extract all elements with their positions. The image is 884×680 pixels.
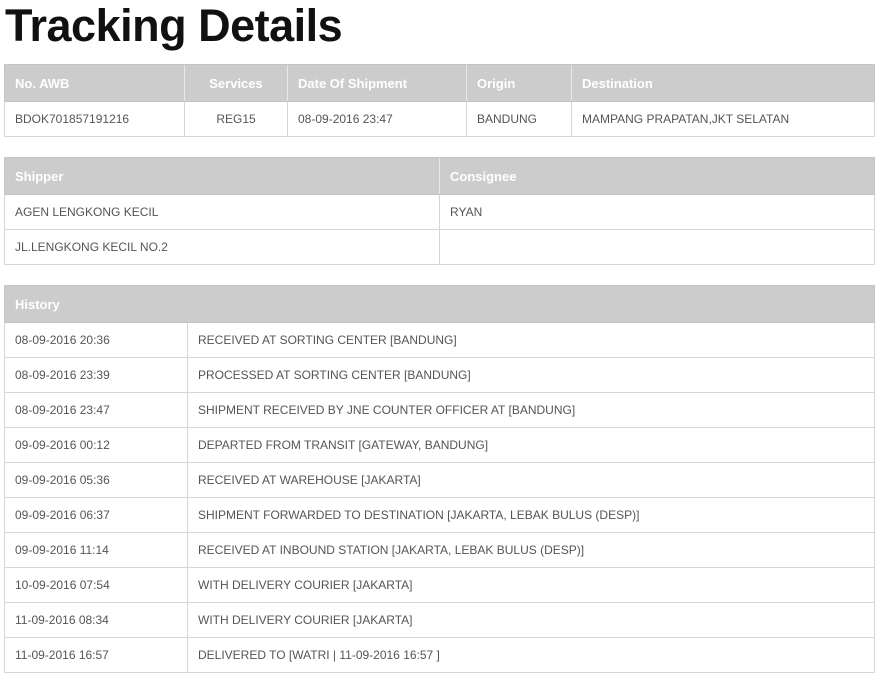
destination-city: MAMPANG PRAPATAN,JKT SELATAN [571, 101, 875, 137]
awb-column-header: No. AWB [4, 64, 185, 102]
history-status: RECEIVED AT SORTING CENTER [BANDUNG] [186, 322, 876, 358]
destination-column-header: Destination [571, 64, 875, 102]
shipper-column-header: Shipper [4, 157, 440, 195]
consignee-address [439, 229, 875, 265]
shipment-summary-header-row: No. AWB Services Date Of Shipment Origin… [4, 64, 875, 102]
shipper-consignee-header-row: Shipper Consignee [4, 157, 875, 195]
date-of-shipment-column-header: Date Of Shipment [287, 64, 467, 102]
history-datetime: 09-09-2016 05:36 [4, 462, 188, 498]
history-status: DELIVERED TO [WATRI | 11-09-2016 16:57 ] [186, 637, 876, 673]
party-address-row: JL.LENGKONG KECIL NO.2 [4, 229, 875, 265]
history-datetime: 11-09-2016 16:57 [4, 637, 188, 673]
history-datetime: 09-09-2016 00:12 [4, 427, 188, 463]
history-status: PROCESSED AT SORTING CENTER [BANDUNG] [186, 357, 876, 393]
history-status: RECEIVED AT INBOUND STATION [JAKARTA, LE… [186, 532, 876, 568]
history-status: SHIPMENT RECEIVED BY JNE COUNTER OFFICER… [186, 392, 876, 428]
awb-number: BDOK701857191216 [4, 101, 185, 137]
consignee-column-header: Consignee [439, 157, 875, 195]
shipper-consignee-table: Shipper Consignee AGEN LENGKONG KECIL RY… [4, 157, 875, 265]
history-datetime: 09-09-2016 06:37 [4, 497, 188, 533]
services-column-header: Services [184, 64, 288, 102]
history-table: History 08-09-2016 20:36 RECEIVED AT SOR… [3, 285, 876, 673]
shipment-summary-table: No. AWB Services Date Of Shipment Origin… [4, 64, 875, 137]
history-datetime: 09-09-2016 11:14 [4, 532, 188, 568]
history-header-row: History [3, 285, 876, 323]
history-row: 09-09-2016 00:12 DEPARTED FROM TRANSIT [… [4, 427, 876, 463]
history-row: 08-09-2016 23:39 PROCESSED AT SORTING CE… [4, 357, 876, 393]
history-datetime: 08-09-2016 23:39 [4, 357, 188, 393]
history-status: RECEIVED AT WAREHOUSE [JAKARTA] [186, 462, 876, 498]
shipper-address: JL.LENGKONG KECIL NO.2 [4, 229, 440, 265]
history-status: WITH DELIVERY COURIER [JAKARTA] [186, 602, 876, 638]
origin-column-header: Origin [466, 64, 572, 102]
history-row: 09-09-2016 06:37 SHIPMENT FORWARDED TO D… [4, 497, 876, 533]
party-name-row: AGEN LENGKONG KECIL RYAN [4, 194, 875, 230]
history-row: 09-09-2016 05:36 RECEIVED AT WAREHOUSE [… [4, 462, 876, 498]
history-row: 11-09-2016 08:34 WITH DELIVERY COURIER [… [4, 602, 876, 638]
consignee-name: RYAN [439, 194, 875, 230]
shipment-date: 08-09-2016 23:47 [287, 101, 467, 137]
service-code: REG15 [184, 101, 288, 137]
history-status: SHIPMENT FORWARDED TO DESTINATION [JAKAR… [186, 497, 876, 533]
history-header: History [3, 285, 876, 323]
history-row: 10-09-2016 07:54 WITH DELIVERY COURIER [… [4, 567, 876, 603]
history-status: DEPARTED FROM TRANSIT [GATEWAY, BANDUNG] [186, 427, 876, 463]
history-status: WITH DELIVERY COURIER [JAKARTA] [186, 567, 876, 603]
history-row: 09-09-2016 11:14 RECEIVED AT INBOUND STA… [4, 532, 876, 568]
history-datetime: 10-09-2016 07:54 [4, 567, 188, 603]
history-row: 11-09-2016 16:57 DELIVERED TO [WATRI | 1… [4, 637, 876, 673]
history-row: 08-09-2016 20:36 RECEIVED AT SORTING CEN… [4, 322, 876, 358]
origin-city: BANDUNG [466, 101, 572, 137]
history-row: 08-09-2016 23:47 SHIPMENT RECEIVED BY JN… [4, 392, 876, 428]
shipment-summary-row: BDOK701857191216 REG15 08-09-2016 23:47 … [4, 101, 875, 137]
page-title: Tracking Details [5, 0, 343, 51]
shipper-name: AGEN LENGKONG KECIL [4, 194, 440, 230]
history-datetime: 11-09-2016 08:34 [4, 602, 188, 638]
history-datetime: 08-09-2016 23:47 [4, 392, 188, 428]
history-datetime: 08-09-2016 20:36 [4, 322, 188, 358]
